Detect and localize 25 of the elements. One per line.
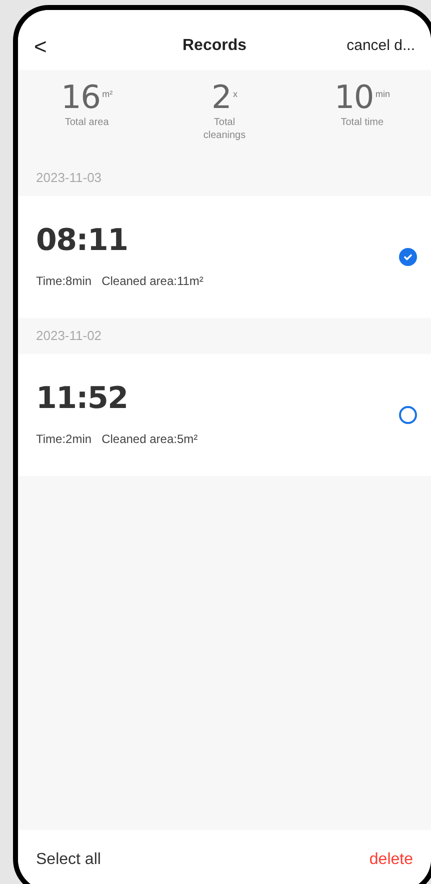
record-time: 08:11	[36, 224, 129, 258]
page-title: Records	[182, 36, 247, 56]
stat-unit: x	[233, 88, 238, 101]
stat-value: 16	[61, 78, 100, 116]
record-details: Time:2min Cleaned area:5m²	[36, 431, 198, 448]
back-button[interactable]: <	[34, 30, 94, 62]
stat-value: 10	[334, 78, 374, 116]
record-row[interactable]: 08:11 Time:8min Cleaned area:11m²	[18, 196, 431, 318]
selection-radio[interactable]	[399, 248, 417, 266]
selection-radio[interactable]	[399, 406, 417, 424]
record-row[interactable]: 11:52 Time:2min Cleaned area:5m²	[18, 354, 431, 476]
stat-label: Total cleanings	[202, 116, 247, 142]
delete-button[interactable]: delete	[369, 848, 413, 872]
record-time: 11:52	[36, 382, 129, 416]
stat-unit: min	[375, 88, 390, 101]
record-details: Time:8min Cleaned area:11m²	[36, 273, 204, 290]
stat-label: Total area	[64, 116, 110, 129]
cancel-button[interactable]: cancel d...	[335, 34, 415, 58]
stat-value: 2	[211, 78, 232, 116]
date-heading: 2023-11-02	[35, 327, 103, 346]
select-all-button[interactable]: Select all	[36, 848, 101, 872]
stat-unit: m²	[102, 88, 113, 101]
stat-label: Total time	[340, 116, 385, 129]
date-heading: 2023-11-03	[35, 169, 103, 188]
check-icon	[403, 252, 413, 262]
